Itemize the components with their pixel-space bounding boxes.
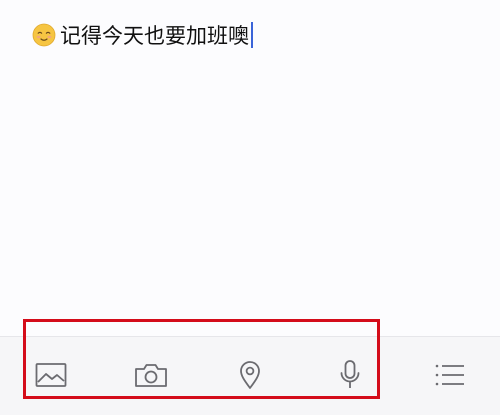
image-icon [35, 363, 67, 387]
relieved-face-emoji [32, 23, 56, 47]
camera-icon [135, 364, 167, 387]
text-editor-area[interactable]: 记得今天也要加班噢 [0, 0, 500, 336]
text-caret [251, 22, 253, 48]
location-pin-icon [240, 361, 260, 389]
note-editor-screen: 记得今天也要加班噢 [0, 0, 500, 415]
location-button[interactable] [228, 353, 272, 397]
insert-image-button[interactable] [29, 353, 73, 397]
editor-text-line[interactable]: 记得今天也要加班噢 [32, 18, 253, 52]
microphone-icon [340, 360, 360, 388]
list-button[interactable] [428, 353, 472, 397]
list-icon [435, 364, 464, 386]
editor-content-text: 记得今天也要加班噢 [60, 24, 249, 48]
camera-button[interactable] [129, 353, 173, 397]
voice-input-button[interactable] [328, 353, 372, 397]
